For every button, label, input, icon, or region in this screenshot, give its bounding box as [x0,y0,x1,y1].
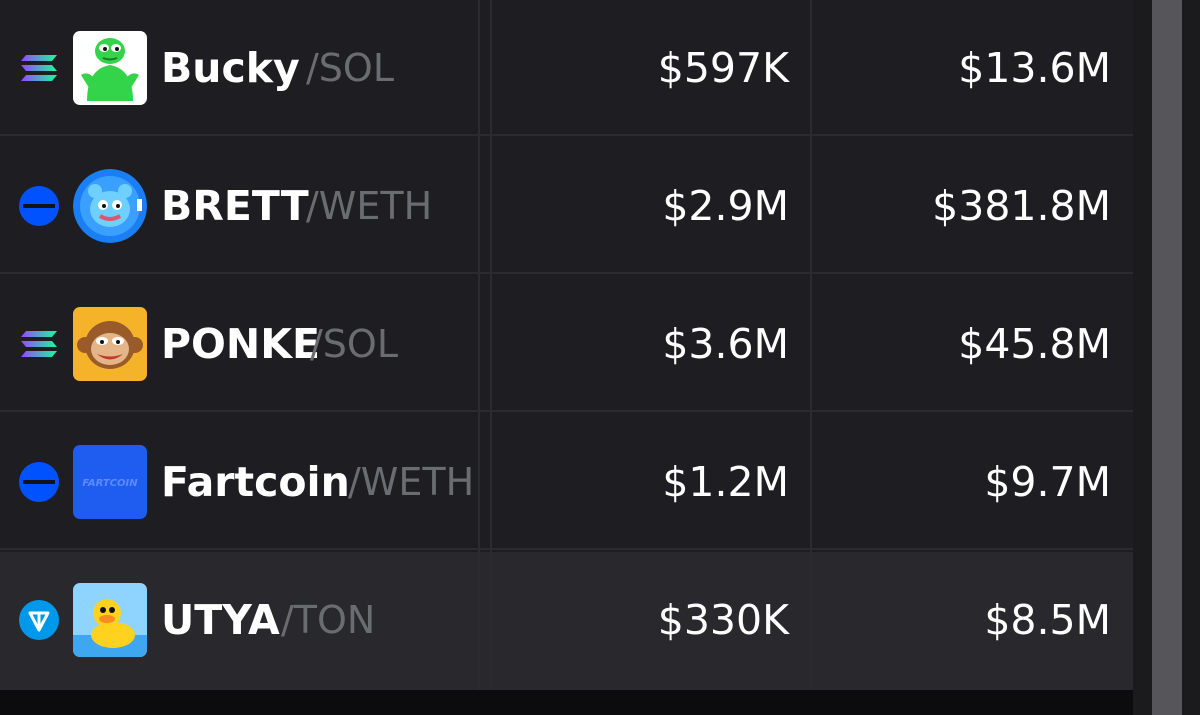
market-cap-value: $9.7M [984,458,1111,506]
base-chain-icon [19,462,59,502]
fartcoin-logo-avatar: FARTCOIN [73,445,147,519]
token-name[interactable]: PONKE [161,316,320,372]
quote-token-label: /SOL [306,46,395,90]
column-divider [810,0,812,690]
token-pairs-table: Bucky /SOL $597K $13.6M BRETT /WETH $2.9… [0,0,1133,690]
quote-token-label: /WETH [306,184,433,228]
market-cap-value: $13.6M [958,44,1111,92]
table-row[interactable]: UTYA /TON $330K $8.5M [0,552,1133,690]
token-name[interactable]: Fartcoin [161,454,350,510]
table-row[interactable]: BRETT /WETH $2.9M $381.8M [0,138,1133,274]
volume-value: $2.9M [662,182,789,230]
column-divider [490,0,492,690]
market-cap-value: $45.8M [958,320,1111,368]
quote-token-label: /WETH [348,460,475,504]
base-chain-icon [19,186,59,226]
token-name[interactable]: BRETT [161,178,309,234]
solana-chain-icon [19,324,59,364]
column-divider [478,0,480,690]
monkey-avatar [73,307,147,381]
volume-value: $1.2M [662,458,789,506]
market-cap-value: $381.8M [932,182,1111,230]
fartcoin-logo-text: FARTCOIN [82,478,138,489]
solana-chain-icon [19,48,59,88]
ton-chain-icon [19,600,59,640]
bottom-edge [0,690,1133,715]
blue-creature-avatar [73,169,147,243]
volume-value: $330K [657,596,789,644]
table-row[interactable]: Bucky /SOL $597K $13.6M [0,0,1133,136]
scrollbar[interactable] [1152,0,1182,715]
table-row[interactable]: FARTCOIN Fartcoin /WETH $1.2M $9.7M [0,414,1133,550]
table-row[interactable]: PONKE /SOL $3.6M $45.8M [0,276,1133,412]
quote-token-label: /TON [281,598,376,642]
green-frog-avatar [73,31,147,105]
duck-avatar [73,583,147,657]
volume-value: $597K [657,44,789,92]
market-cap-value: $8.5M [984,596,1111,644]
volume-value: $3.6M [662,320,789,368]
token-name[interactable]: UTYA [161,592,280,648]
token-name[interactable]: Bucky [161,40,300,96]
quote-token-label: /SOL [310,322,399,366]
